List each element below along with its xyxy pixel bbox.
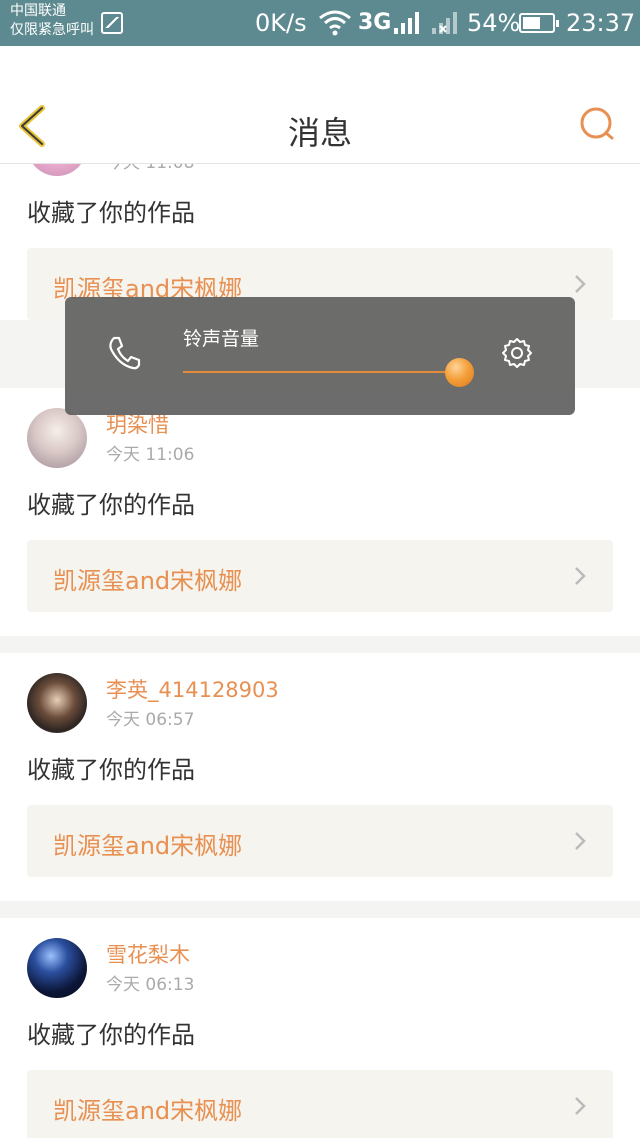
list-item: 玥染惜 今天 11:06 收藏了你的作品 凯源玺and宋枫娜: [0, 388, 640, 636]
timestamp: 今天 06:57: [106, 710, 195, 730]
avatar[interactable]: [27, 673, 87, 733]
action-text: 收藏了你的作品: [27, 199, 195, 227]
signal-icon: [394, 12, 419, 34]
battery-icon: [519, 13, 559, 33]
work-link[interactable]: 凯源玺and宋枫娜: [27, 805, 613, 877]
nav-bar: 消息: [0, 46, 640, 164]
work-title: 凯源玺and宋枫娜: [53, 832, 243, 860]
action-text: 收藏了你的作品: [27, 1021, 195, 1049]
emergency-calls-only: 仅限紧急呼叫: [10, 22, 94, 38]
chevron-right-icon: [575, 1097, 586, 1115]
chevron-right-icon: [575, 275, 586, 293]
work-link[interactable]: 凯源玺and宋枫娜: [27, 1070, 613, 1138]
photo-icon: [101, 12, 123, 34]
username[interactable]: 雪花梨木: [106, 939, 190, 969]
timestamp: 今天 06:13: [106, 975, 195, 995]
carrier-info: 中国联通 仅限紧急呼叫: [10, 2, 94, 40]
chevron-right-icon: [575, 832, 586, 850]
list-item: 雪花梨木 今天 06:13 收藏了你的作品 凯源玺and宋枫娜: [0, 918, 640, 1138]
phone-icon: [109, 336, 141, 370]
status-bar: 中国联通 仅限紧急呼叫 0K/s 3G 54% 23:37: [0, 0, 640, 46]
volume-slider-track[interactable]: [183, 371, 460, 373]
timestamp: 今天 11:06: [106, 445, 195, 465]
battery-percent: 54%: [467, 9, 521, 37]
work-link[interactable]: 凯源玺and宋枫娜: [27, 540, 613, 612]
carrier-name: 中国联通: [10, 3, 66, 19]
work-title: 凯源玺and宋枫娜: [53, 567, 243, 595]
volume-label: 铃声音量: [183, 328, 260, 350]
gear-icon[interactable]: [501, 337, 533, 369]
work-title: 凯源玺and宋枫娜: [53, 1097, 243, 1125]
avatar[interactable]: [27, 938, 87, 998]
username[interactable]: 李英_414128903: [106, 674, 279, 704]
volume-slider-thumb[interactable]: [445, 358, 474, 387]
avatar[interactable]: [27, 408, 87, 468]
signal-off-icon: [432, 12, 457, 34]
network-type: 3G: [358, 10, 392, 35]
action-text: 收藏了你的作品: [27, 491, 195, 519]
page-title: 消息: [287, 114, 352, 152]
search-icon[interactable]: [577, 104, 617, 144]
wifi-icon: [319, 10, 351, 36]
chevron-right-icon: [575, 567, 586, 585]
net-speed: 0K/s: [255, 9, 307, 37]
action-text: 收藏了你的作品: [27, 756, 195, 784]
volume-overlay: 铃声音量: [65, 297, 575, 415]
clock: 23:37: [566, 9, 636, 37]
list-item: 李英_414128903 今天 06:57 收藏了你的作品 凯源玺and宋枫娜: [0, 653, 640, 901]
